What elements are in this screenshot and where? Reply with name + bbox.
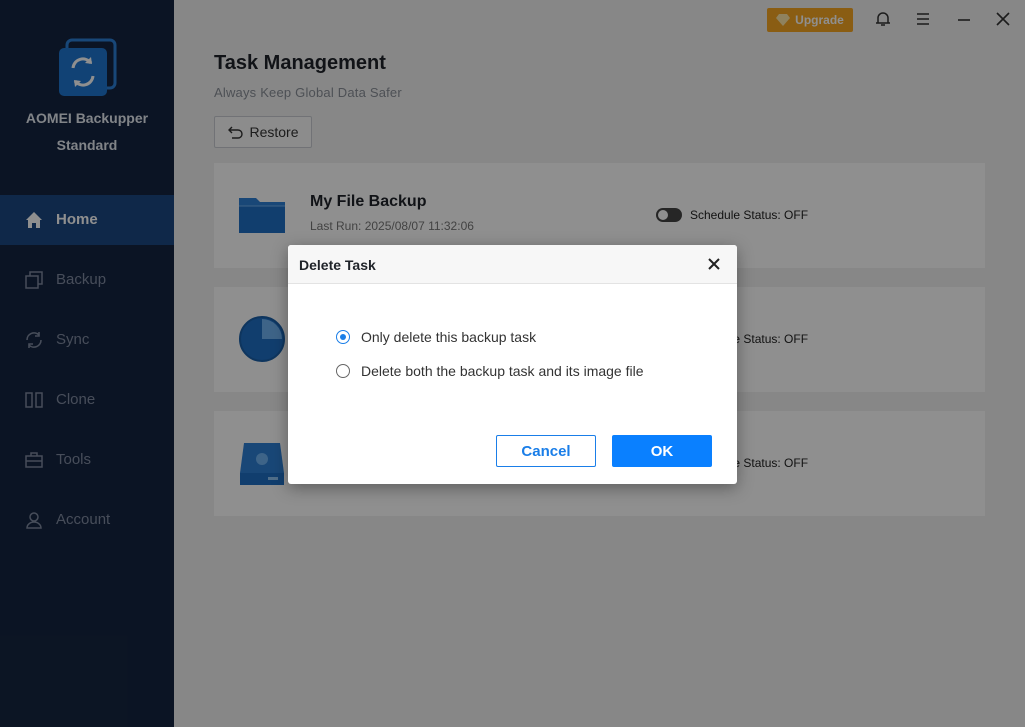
option-label: Only delete this backup task — [361, 329, 537, 345]
option-delete-task-and-image[interactable]: Delete both the backup task and its imag… — [336, 363, 644, 379]
radio-unchecked[interactable] — [336, 364, 350, 378]
dialog-header: Delete Task — [288, 245, 737, 284]
option-delete-task-only[interactable]: Only delete this backup task — [336, 329, 536, 345]
option-label: Delete both the backup task and its imag… — [361, 363, 644, 379]
delete-task-dialog: Delete Task Only delete this backup task… — [288, 245, 737, 484]
close-icon[interactable] — [706, 256, 722, 272]
dialog-title: Delete Task — [299, 257, 376, 273]
ok-button[interactable]: OK — [612, 435, 712, 467]
cancel-button[interactable]: Cancel — [496, 435, 596, 467]
radio-checked[interactable] — [336, 330, 350, 344]
